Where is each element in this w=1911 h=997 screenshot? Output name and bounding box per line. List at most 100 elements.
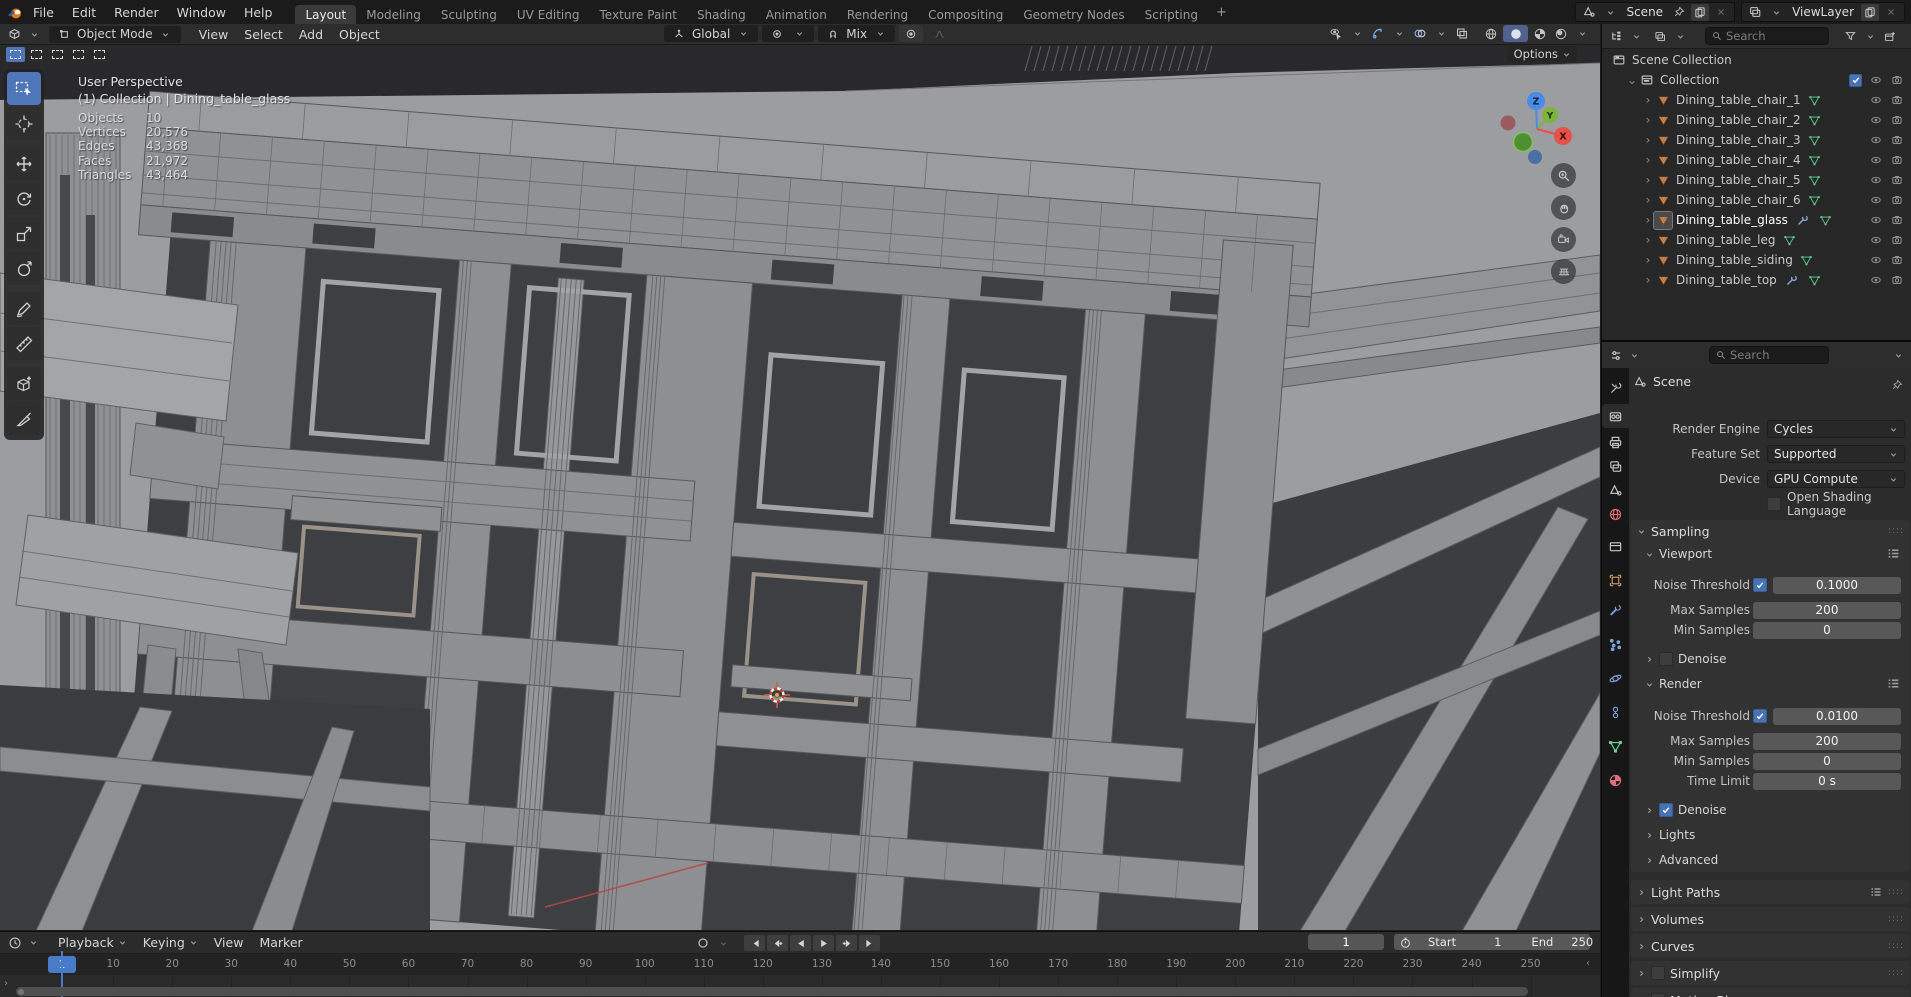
expand-caret-icon[interactable]: › xyxy=(1642,273,1654,287)
properties-tab-constraints[interactable] xyxy=(1602,700,1629,724)
xray-toggle-icon[interactable] xyxy=(1453,25,1471,42)
preset-list-icon[interactable] xyxy=(1887,547,1900,560)
hide-eye-icon[interactable] xyxy=(1869,134,1883,146)
panel-light-paths[interactable]: Light Paths:::: xyxy=(1631,880,1910,904)
cursor-tool-button[interactable] xyxy=(7,107,41,140)
chevron-down-icon[interactable] xyxy=(1627,28,1645,45)
render-denoise-checkbox[interactable] xyxy=(1659,803,1673,817)
new-viewlayer-icon[interactable] xyxy=(1861,3,1879,21)
viewlayer-selector[interactable]: ViewLayer xyxy=(1741,2,1905,22)
timeline-menu-playback[interactable]: Playback xyxy=(50,933,135,953)
outliner-row-dining_table_glass[interactable]: › Dining_table_glass xyxy=(1602,210,1911,230)
add-cube-tool-button[interactable] xyxy=(7,367,41,400)
expand-channels-icon[interactable]: › xyxy=(4,978,8,989)
outliner-row-dining_table_leg[interactable]: › Dining_table_leg xyxy=(1602,230,1911,250)
render-engine-dropdown[interactable]: Cycles xyxy=(1767,420,1905,438)
feature-set-dropdown[interactable]: Supported xyxy=(1767,445,1905,463)
shading-rendered-icon[interactable] xyxy=(1552,25,1570,42)
outliner-row-dining_table_chair_3[interactable]: › Dining_table_chair_3 xyxy=(1602,130,1911,150)
properties-tab-object-data[interactable] xyxy=(1602,734,1629,758)
shading-material-preview-icon[interactable] xyxy=(1531,25,1549,42)
blender-logo-icon[interactable] xyxy=(6,4,24,21)
chevron-down-icon[interactable] xyxy=(1889,347,1907,364)
object-name[interactable]: Dining_table_siding xyxy=(1676,253,1793,267)
workspace-tab-scripting[interactable]: Scripting xyxy=(1135,5,1208,24)
noise-threshold-field[interactable]: 0.0100 xyxy=(1773,707,1901,725)
object-name[interactable]: Dining_table_chair_3 xyxy=(1676,133,1801,147)
expand-caret-icon[interactable]: › xyxy=(1642,93,1654,107)
viewport-denoise-row[interactable]: Denoise xyxy=(1645,652,1727,666)
new-scene-icon[interactable] xyxy=(1691,3,1710,21)
panel-volumes[interactable]: Volumes:::: xyxy=(1631,907,1910,931)
hide-eye-icon[interactable] xyxy=(1869,74,1883,87)
viewlayer-name[interactable]: ViewLayer xyxy=(1788,5,1858,19)
topbar-menu-help[interactable]: Help xyxy=(235,0,282,24)
object-name[interactable]: Scene Collection xyxy=(1632,53,1732,67)
select-mode-subtract-button[interactable] xyxy=(48,47,67,62)
disable-render-camera-icon[interactable] xyxy=(1890,74,1904,87)
expand-caret-icon[interactable]: › xyxy=(1642,253,1654,267)
disable-render-camera-icon[interactable] xyxy=(1890,94,1904,106)
disable-render-camera-icon[interactable] xyxy=(1890,194,1904,206)
noise-threshold-checkbox[interactable] xyxy=(1753,709,1767,723)
disable-render-camera-icon[interactable] xyxy=(1890,234,1904,246)
disable-render-camera-icon[interactable] xyxy=(1890,114,1904,126)
sampling-panel-header[interactable]: Sampling :::: xyxy=(1631,520,1910,542)
chevron-down-icon[interactable] xyxy=(1390,25,1408,42)
select-mode-extend-button[interactable] xyxy=(27,47,46,62)
editor-type-properties-icon[interactable] xyxy=(1607,347,1625,364)
next-keyframe-button[interactable] xyxy=(836,935,857,951)
select-box-tool-button[interactable] xyxy=(7,72,41,105)
new-collection-icon[interactable] xyxy=(1881,28,1899,45)
hide-eye-icon[interactable] xyxy=(1869,234,1883,246)
jump-to-end-button[interactable] xyxy=(859,935,880,951)
auto-keying-icon[interactable] xyxy=(694,935,712,952)
mode-selector[interactable]: Object Mode xyxy=(49,25,181,43)
viewport-menu-select[interactable]: Select xyxy=(236,24,291,44)
properties-tab-object[interactable] xyxy=(1602,568,1629,592)
outliner-search[interactable]: Search xyxy=(1705,27,1829,45)
workspace-tab-uv-editing[interactable]: UV Editing xyxy=(507,5,590,24)
properties-tab-particles[interactable] xyxy=(1602,632,1629,656)
object-name[interactable]: Dining_table_chair_2 xyxy=(1676,113,1801,127)
disable-render-camera-icon[interactable] xyxy=(1890,134,1904,146)
outliner-row-dining_table_top[interactable]: › Dining_table_top xyxy=(1602,270,1911,290)
play-backwards-button[interactable] xyxy=(790,935,811,951)
osl-checkbox[interactable] xyxy=(1767,497,1781,511)
noise-threshold-checkbox[interactable] xyxy=(1753,578,1767,592)
disable-render-camera-icon[interactable] xyxy=(1890,154,1904,166)
pan-hand-icon[interactable] xyxy=(1551,195,1576,220)
outliner-row-dining_table_siding[interactable]: › Dining_table_siding xyxy=(1602,250,1911,270)
properties-tab-collection[interactable] xyxy=(1602,534,1629,558)
properties-tab-output[interactable] xyxy=(1602,430,1629,454)
chevron-down-icon[interactable] xyxy=(1432,25,1450,42)
remove-viewlayer-icon[interactable] xyxy=(1882,4,1900,21)
hide-eye-icon[interactable] xyxy=(1869,214,1883,226)
advanced-row[interactable]: Advanced xyxy=(1645,853,1718,867)
object-name[interactable]: Dining_table_chair_4 xyxy=(1676,153,1801,167)
shading-wireframe-icon[interactable] xyxy=(1482,25,1500,42)
properties-search[interactable]: Search xyxy=(1709,346,1829,364)
panel-curves[interactable]: Curves:::: xyxy=(1631,934,1910,958)
preset-list-icon[interactable] xyxy=(1887,677,1900,690)
expand-caret-icon[interactable]: › xyxy=(1642,133,1654,147)
workspace-tab-compositing[interactable]: Compositing xyxy=(918,5,1013,24)
hide-eye-icon[interactable] xyxy=(1869,174,1883,186)
outliner-row-collection[interactable]: ⌄ Collection xyxy=(1602,70,1911,90)
max-samples-field[interactable]: 200 xyxy=(1753,601,1901,619)
topbar-menu-file[interactable]: File xyxy=(24,0,63,24)
scene-name[interactable]: Scene xyxy=(1622,5,1667,19)
knife-tool-button[interactable] xyxy=(7,402,41,435)
show-gizmo-visibility-icon[interactable] xyxy=(1326,25,1345,42)
chevron-down-icon[interactable] xyxy=(25,26,43,43)
disable-render-camera-icon[interactable] xyxy=(1890,254,1904,266)
3d-viewport[interactable]: Options User Perspective (1) Collection … xyxy=(0,45,1600,930)
expand-caret-icon[interactable]: › xyxy=(1642,213,1654,227)
motion-blur-checkbox[interactable] xyxy=(1651,993,1665,997)
navigation-gizmo[interactable]: Z Y X xyxy=(1490,81,1590,173)
chevron-down-icon[interactable] xyxy=(714,935,732,952)
end-value[interactable]: 250 xyxy=(1571,935,1593,949)
topbar-menu-render[interactable]: Render xyxy=(105,0,168,24)
add-workspace-button[interactable]: + xyxy=(1208,5,1235,20)
timeline-scrollbar[interactable] xyxy=(16,987,1528,996)
